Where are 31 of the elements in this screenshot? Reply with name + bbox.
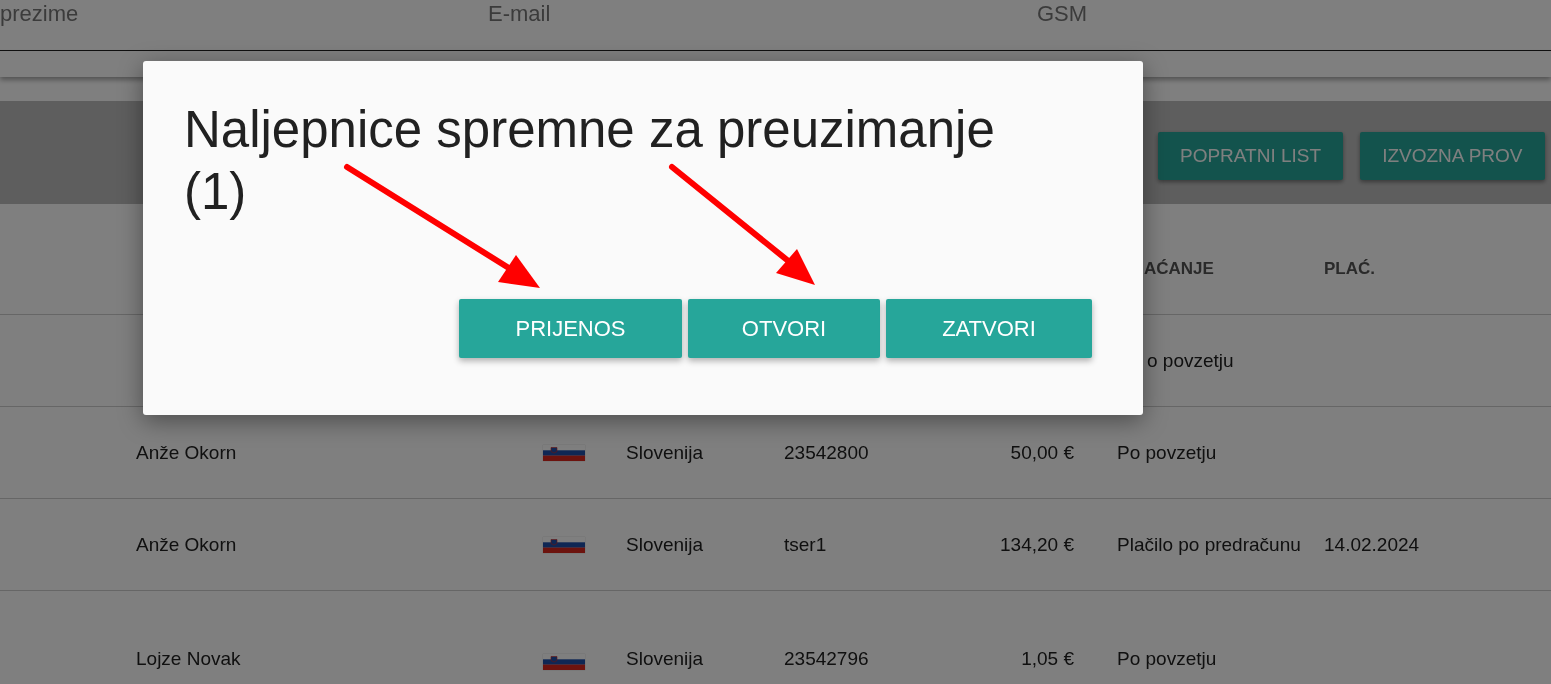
column-header: AĆANJE bbox=[1144, 259, 1214, 279]
filter-field[interactable]: prezime bbox=[0, 0, 488, 28]
table-cell: Po povzetju bbox=[1117, 648, 1217, 670]
dialog-title: Naljepnice spremne za preuzimanje (1) bbox=[184, 100, 996, 222]
flag-icon bbox=[543, 444, 585, 461]
table-cell: o povzetju bbox=[1147, 349, 1234, 372]
table-cell: Slovenija bbox=[626, 648, 704, 670]
table-cell: 14.02.2024 bbox=[1324, 533, 1420, 556]
table-cell: Anže Okorn bbox=[136, 441, 237, 464]
dialog-button[interactable]: ZATVORI bbox=[886, 299, 1092, 358]
toolbar-button[interactable]: POPRATNI LIST bbox=[1158, 132, 1344, 180]
dialog-button[interactable]: PRIJENOS bbox=[459, 299, 682, 358]
table-cell: 1,05 € bbox=[1021, 648, 1074, 670]
table-cell: 23542800 bbox=[784, 441, 869, 464]
table-cell: Plačilo po predračunu bbox=[1117, 533, 1301, 556]
table-cell: tser1 bbox=[784, 533, 827, 556]
table-cell: 50,00 € bbox=[1010, 441, 1074, 464]
table-cell: Slovenija bbox=[626, 441, 704, 464]
column-header: PLAĆ. bbox=[1324, 259, 1375, 279]
dialog-button[interactable]: OTVORI bbox=[688, 299, 880, 358]
flag-icon bbox=[543, 536, 585, 553]
table-cell: Po povzetju bbox=[1117, 441, 1217, 464]
table-cell: Anže Okorn bbox=[136, 533, 237, 556]
table-cell: Lojze Novak bbox=[136, 648, 241, 670]
filter-field[interactable]: GSM bbox=[1037, 0, 1551, 28]
flag-icon bbox=[543, 654, 585, 670]
table-cell: 134,20 € bbox=[1000, 533, 1074, 556]
table-cell: Slovenija bbox=[626, 533, 704, 556]
filter-field[interactable]: E-mail bbox=[488, 0, 1037, 28]
table-cell: 23542796 bbox=[784, 648, 869, 670]
toolbar-button[interactable]: IZVOZNA PROV bbox=[1360, 132, 1545, 180]
